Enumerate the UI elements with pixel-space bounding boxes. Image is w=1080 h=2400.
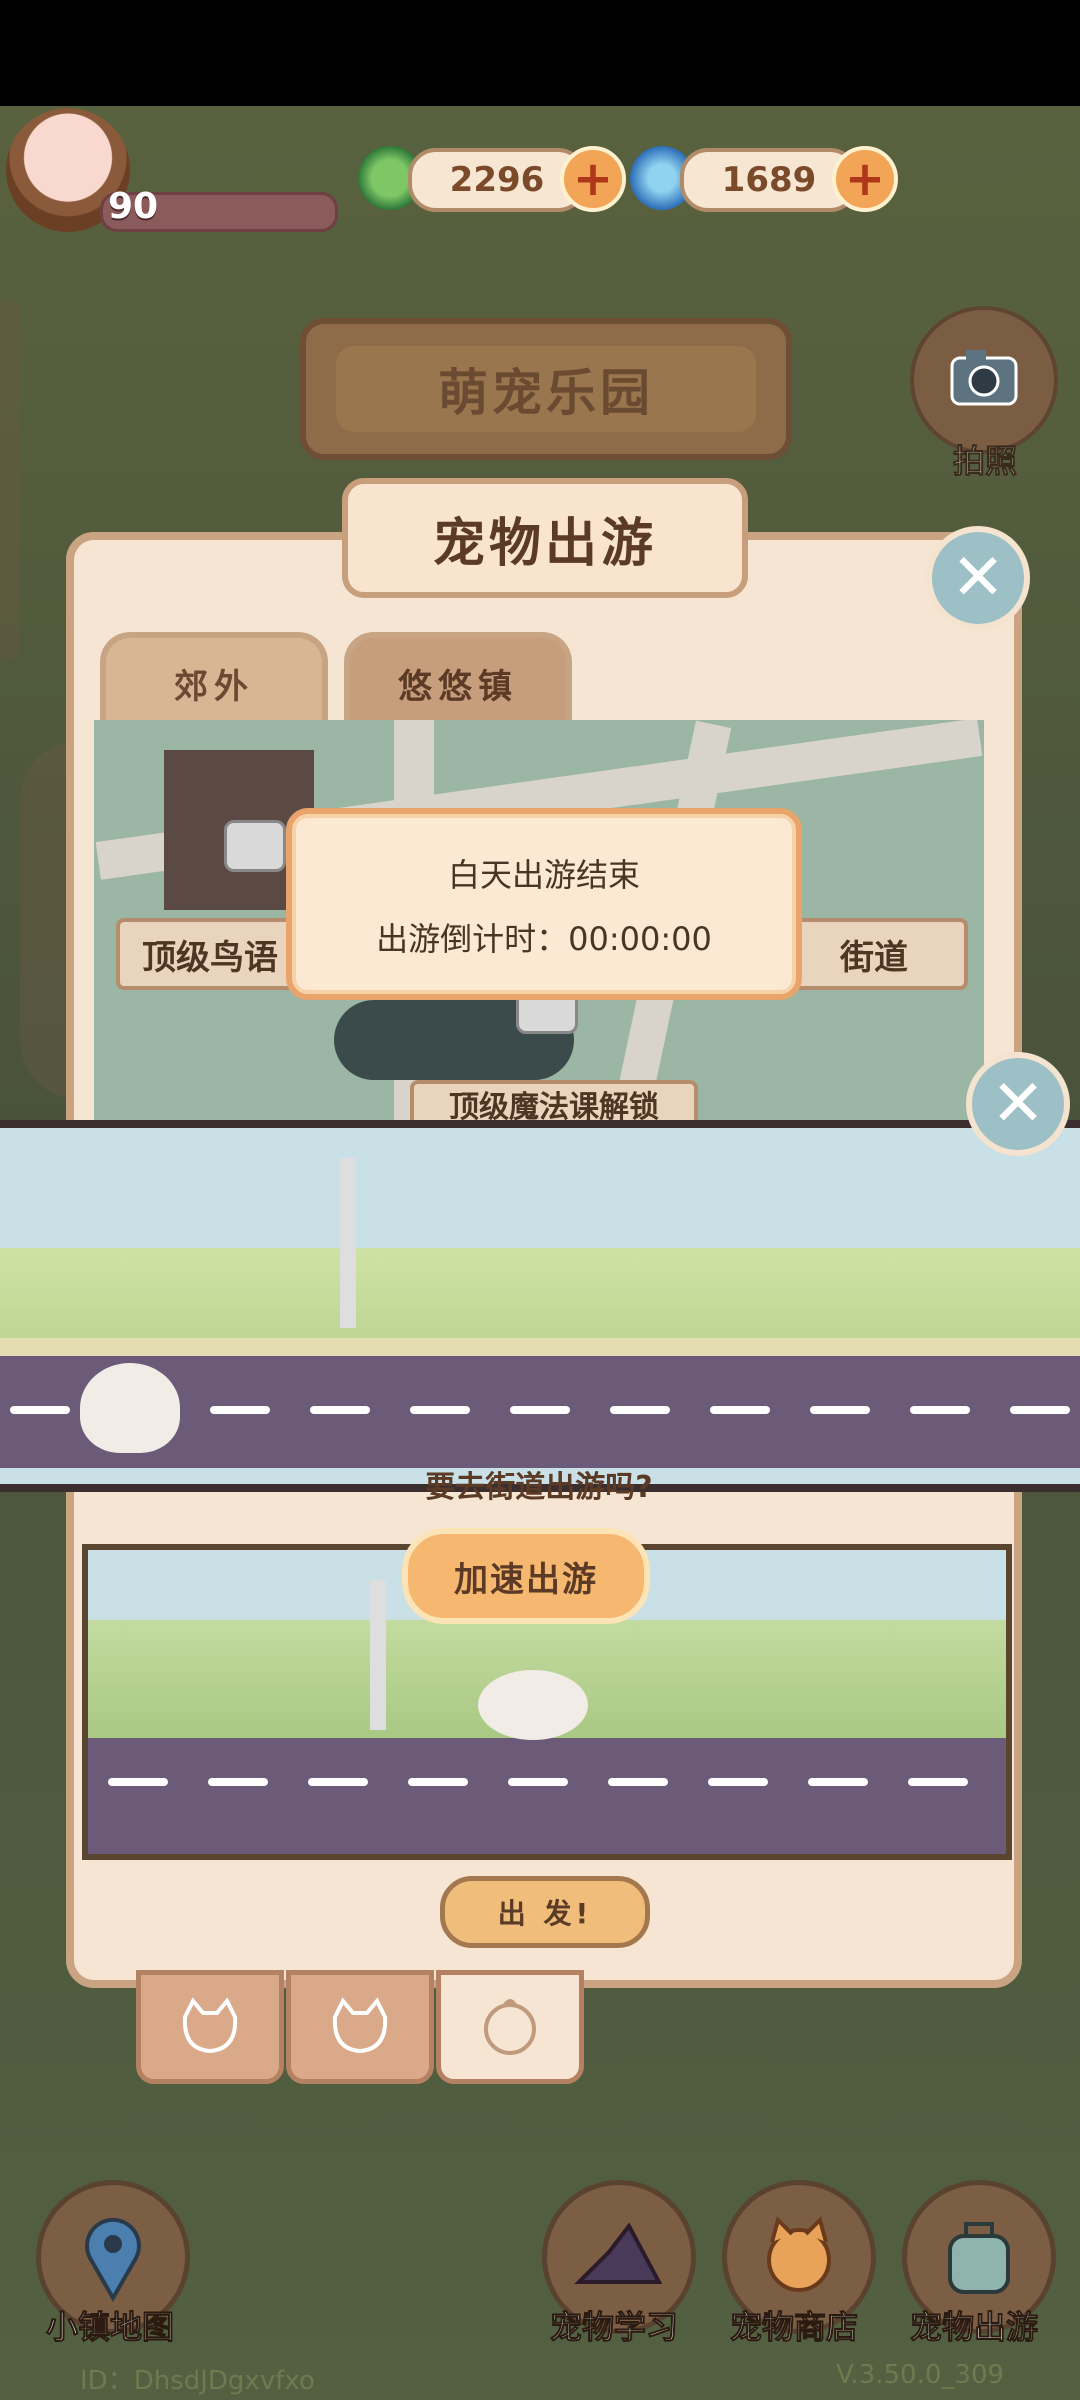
road-dash <box>508 1778 568 1786</box>
pet-outing-label: 宠物出游 <box>909 2308 1038 2347</box>
tab-suburbs[interactable]: 郊外 <box>100 632 328 728</box>
player-id: ID：DhsdJDgxvfxo <box>80 2366 315 2396</box>
dialog-title: 宠物出游 <box>342 478 748 598</box>
status-bar <box>0 0 1080 106</box>
road-dash <box>910 1406 970 1414</box>
signpost <box>340 1158 356 1328</box>
map-pin-icon <box>85 2217 141 2302</box>
pet-learning-label: 宠物学习 <box>549 2308 678 2347</box>
road-dash <box>10 1406 70 1414</box>
popup-countdown: 出游倒计时：00:00:00 <box>292 914 796 960</box>
road-dash <box>410 1406 470 1414</box>
signpost <box>370 1580 386 1730</box>
park-sign-title: 萌宠乐园 <box>336 346 756 432</box>
player-level: 90 <box>107 185 159 227</box>
lock-icon <box>224 820 286 872</box>
road-dash <box>808 1778 868 1786</box>
road-dash <box>810 1406 870 1414</box>
road-dash <box>408 1778 468 1786</box>
road-dash <box>908 1778 968 1786</box>
outing-animation-strip <box>0 1120 1080 1492</box>
backpack-icon <box>948 2222 1010 2294</box>
road-dash <box>710 1406 770 1414</box>
pet-tab-dog[interactable] <box>286 1970 434 2084</box>
camera-button[interactable] <box>910 306 1058 454</box>
road-dash <box>610 1406 670 1414</box>
road-dash <box>208 1778 268 1786</box>
countdown-value: 00:00:00 <box>568 920 712 958</box>
strip-close-icon[interactable]: ✕ <box>966 1052 1070 1156</box>
depart-button[interactable]: 出 发! <box>440 1876 650 1948</box>
popup-title: 白天出游结束 <box>447 856 640 894</box>
town-map-label: 小镇地图 <box>45 2308 174 2347</box>
park-sign: 萌宠乐园 <box>300 318 792 460</box>
camera-label: 拍照 <box>952 442 1017 481</box>
road-dash <box>308 1778 368 1786</box>
road-dash <box>708 1778 768 1786</box>
location-street[interactable]: 街道 <box>780 918 968 990</box>
app-version: V.3.50.0_309 <box>836 2360 1005 2390</box>
camera-icon <box>950 350 1018 406</box>
location-bird-language[interactable]: 顶级鸟语 <box>116 918 304 990</box>
road-dash <box>608 1778 668 1786</box>
dialog-close-icon[interactable]: ✕ <box>926 526 1030 630</box>
cat-face-icon <box>332 1997 388 2054</box>
tab-youyou-town[interactable]: 悠悠镇 <box>344 632 572 728</box>
cat-face-icon <box>182 1997 238 2054</box>
outing-question: 要去街道出游吗? <box>425 1470 653 1505</box>
pet-tab-cat[interactable] <box>136 1970 284 2084</box>
chick-face-icon <box>484 1999 536 2055</box>
bird-pet <box>478 1670 588 1740</box>
road-dash <box>108 1778 168 1786</box>
road-dash <box>210 1406 270 1414</box>
road-dash <box>310 1406 370 1414</box>
countdown-label: 出游倒计时： <box>376 920 569 958</box>
road <box>88 1738 1006 1854</box>
pet-tab-bird[interactable] <box>436 1970 584 2084</box>
side-handle <box>0 300 20 660</box>
wizard-hat-icon <box>574 2222 663 2284</box>
road-dash <box>1010 1406 1070 1414</box>
road-dash <box>510 1406 570 1414</box>
add-leaf-button[interactable]: + <box>560 146 626 212</box>
add-swirl-button[interactable]: + <box>832 146 898 212</box>
speed-up-button[interactable]: 加速出游 <box>402 1528 650 1624</box>
outing-status-popup: 白天出游结束 出游倒计时：00:00:00 <box>286 808 802 1000</box>
shiba-dog-icon <box>767 2216 831 2292</box>
pet-shop-label: 宠物商店 <box>729 2308 858 2347</box>
bird-pet <box>80 1363 180 1453</box>
